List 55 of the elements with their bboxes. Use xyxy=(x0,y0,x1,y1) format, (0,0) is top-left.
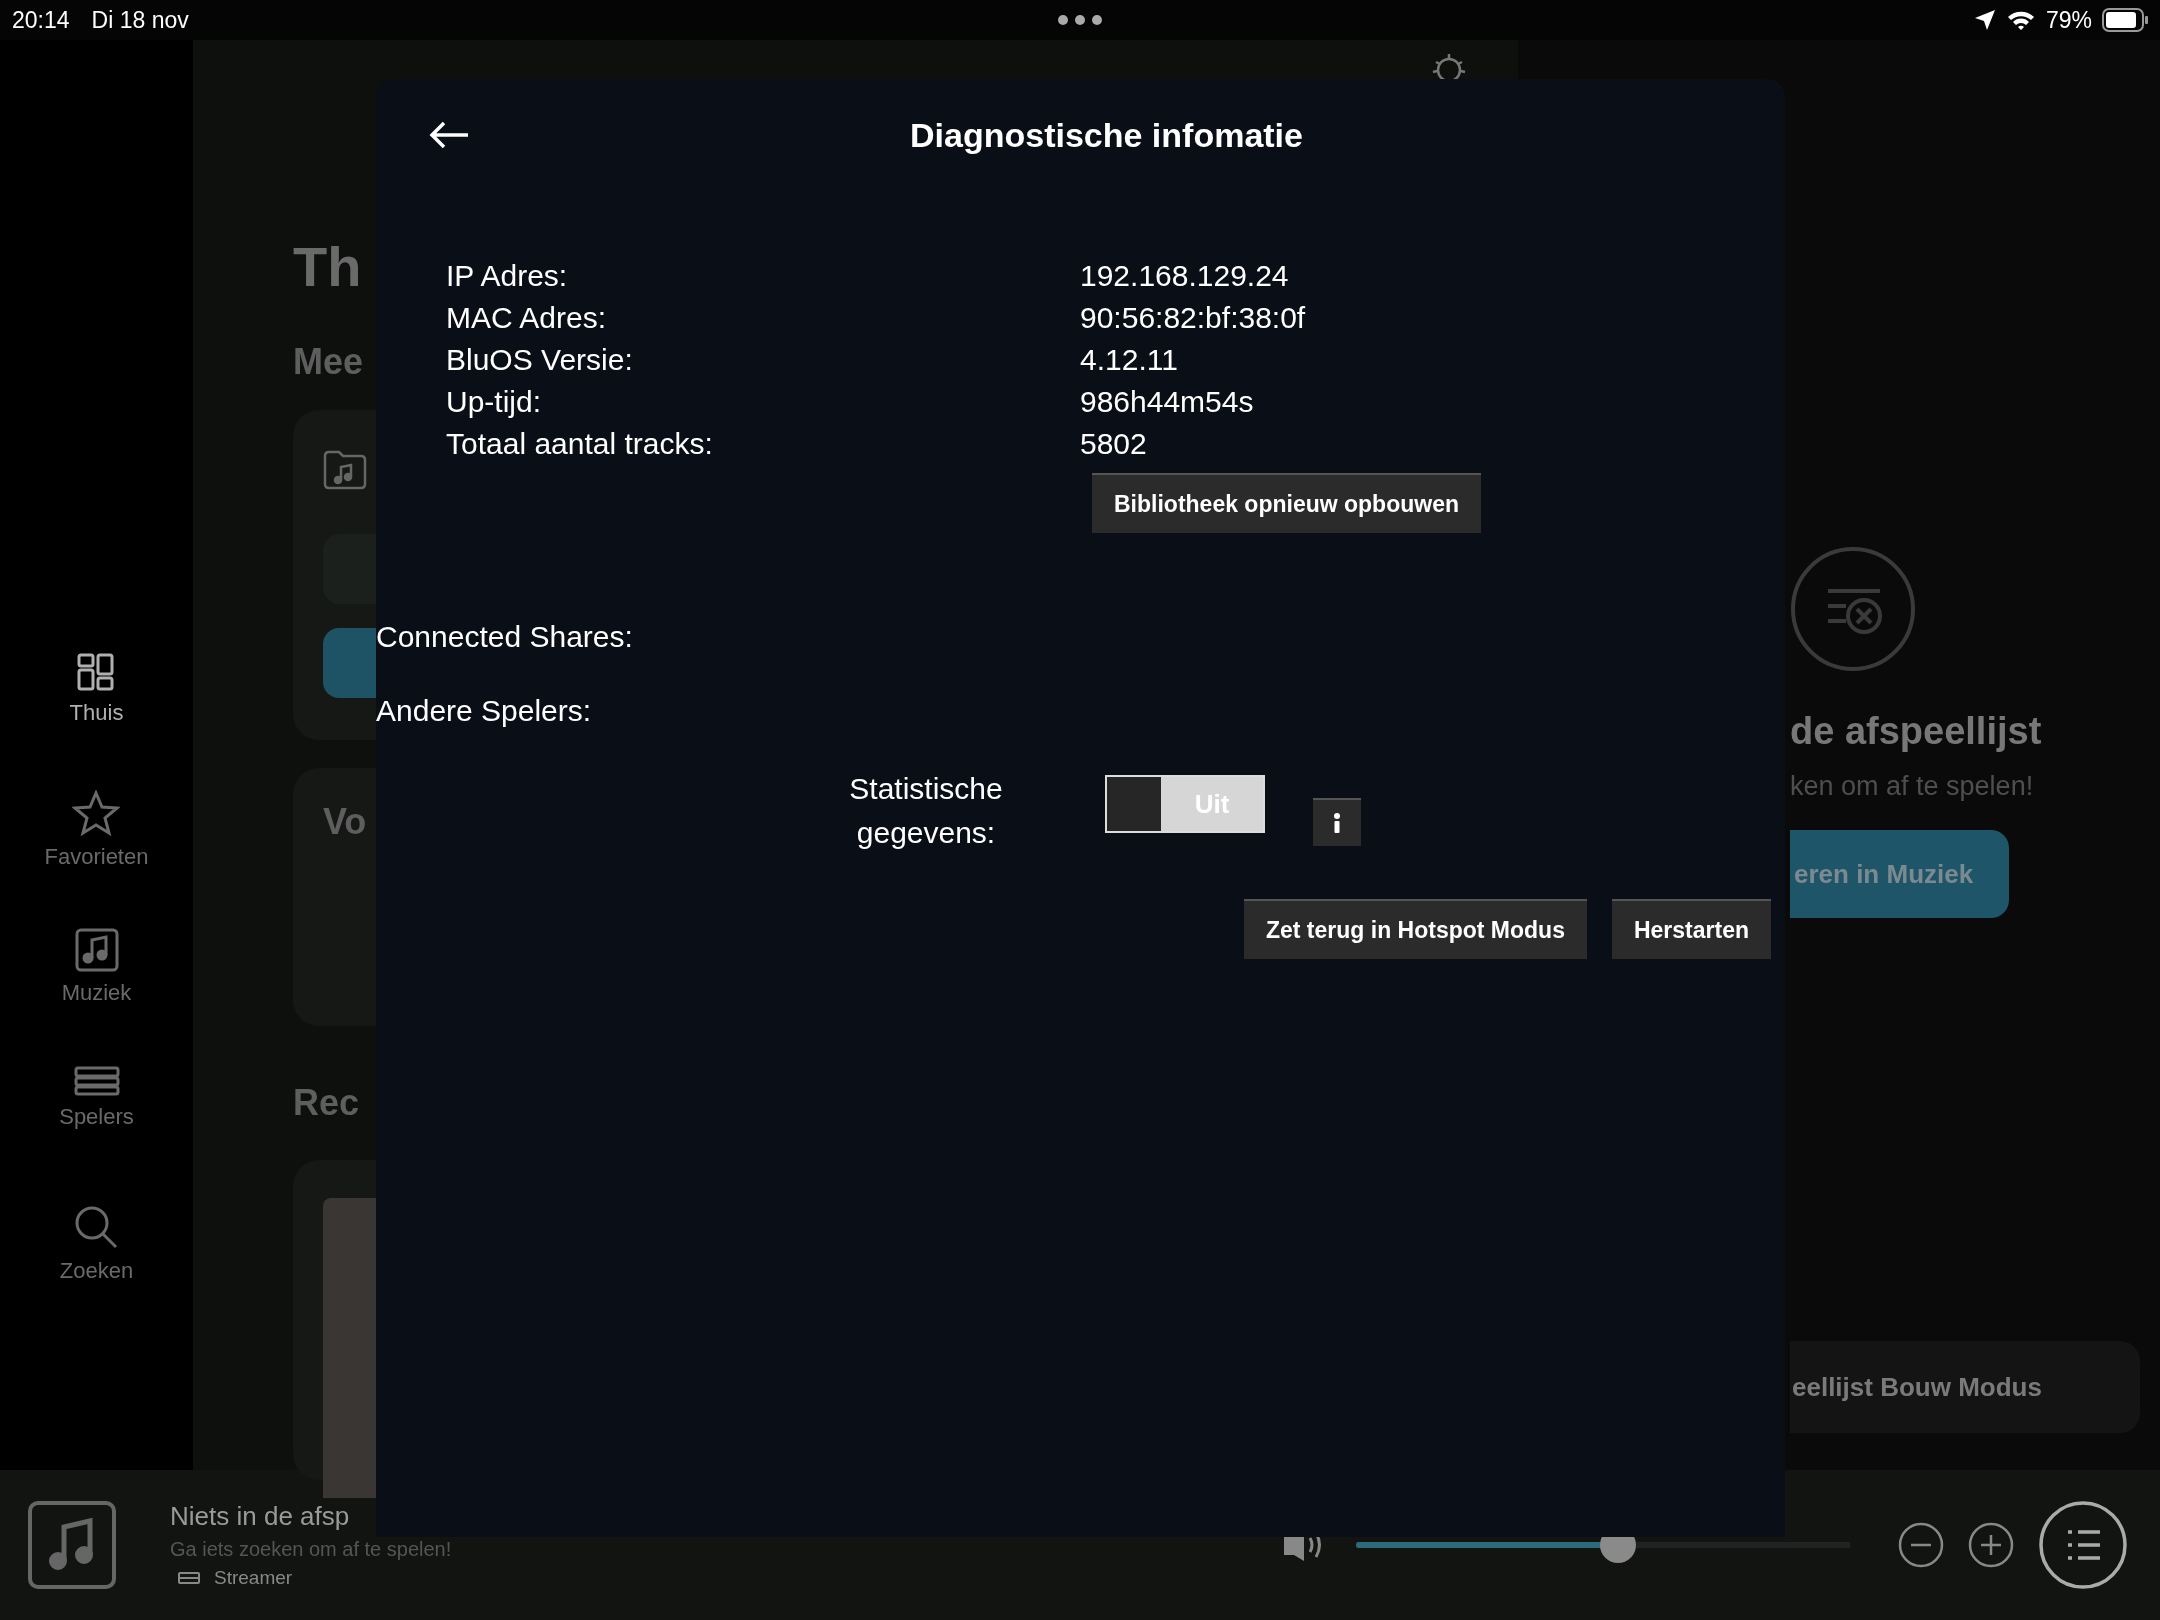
sidebar-item[interactable]: Zoeken xyxy=(59,1204,134,1342)
info-label: Up-tijd: xyxy=(446,384,543,420)
section-heading: Vo xyxy=(323,800,367,844)
action-button[interactable]: Herstarten xyxy=(1611,899,1771,959)
music-folder-icon xyxy=(323,450,367,490)
minus-icon[interactable] xyxy=(1898,1522,1944,1568)
cleared-list-icon xyxy=(1790,546,1916,672)
page-heading: Th xyxy=(293,234,362,300)
music-note-icon xyxy=(74,928,119,972)
sidebar-item[interactable]: Spelers xyxy=(59,1066,134,1204)
info-label: MAC Adres: xyxy=(446,300,608,336)
info-label: Totaal aantal tracks: xyxy=(446,426,714,462)
sidebar-item[interactable]: Muziek xyxy=(61,928,132,1066)
info-label: IP Adres: xyxy=(446,258,569,294)
status-date: Di 18 nov xyxy=(91,6,189,34)
queue-list-icon[interactable] xyxy=(2038,1500,2128,1590)
battery-icon xyxy=(2102,8,2148,32)
info-value: 986h44m54s xyxy=(1080,384,1255,420)
section-heading: Mee xyxy=(293,340,364,384)
info-icon xyxy=(1332,812,1342,834)
search-icon xyxy=(73,1204,120,1250)
info-value: 90:56:82:bf:38:0f xyxy=(1080,300,1307,336)
location-arrow-icon xyxy=(1973,9,1996,31)
rebuild-library-button[interactable]: Bibliotheek opnieuw opbouwen xyxy=(1092,473,1481,533)
section-label: Andere Spelers: xyxy=(376,693,593,729)
plus-icon[interactable] xyxy=(1968,1522,2014,1568)
battery-percentage: 79% xyxy=(2045,6,2092,34)
action-button[interactable]: Zet terug in Hotspot Modus xyxy=(1244,899,1587,959)
playlist-build-mode-button[interactable]: eellijst Bouw Modus xyxy=(1790,1341,2140,1433)
info-value: 192.168.129.24 xyxy=(1080,258,1290,294)
info-label: BluOS Versie: xyxy=(446,342,634,378)
now-playing-title: Niets in de afsp xyxy=(170,1501,351,1532)
info-value: 4.12.11 xyxy=(1080,342,1179,378)
browse-music-button[interactable]: eren in Muziek xyxy=(1790,830,2010,918)
sidebar-item[interactable]: Favorieten xyxy=(44,790,149,928)
now-playing-subtitle: Ga iets zoeken om af te spelen! xyxy=(170,1538,452,1561)
multitasking-dots-icon[interactable] xyxy=(1057,14,1103,26)
dialog-title: Diagnostische infomatie xyxy=(910,115,1303,155)
star-icon xyxy=(72,790,121,836)
settings-icon[interactable] xyxy=(1431,52,1467,82)
stacked-bars-icon xyxy=(73,1066,120,1096)
device-name: Streamer xyxy=(214,1567,293,1589)
streamer-device-icon xyxy=(178,1572,200,1584)
grid-icon xyxy=(76,652,117,692)
statistics-label: Statistische gegevens: xyxy=(848,771,1004,851)
section-heading: Rec xyxy=(293,1081,360,1125)
info-value: 5802 xyxy=(1080,426,1148,462)
music-note-icon xyxy=(28,1501,116,1589)
info-button[interactable] xyxy=(1313,798,1361,846)
back-arrow-icon[interactable] xyxy=(428,120,470,150)
status-time: 20:14 xyxy=(12,6,70,34)
empty-queue-subtitle: ken om af te spelen! xyxy=(1790,771,2034,802)
empty-queue-title: de afspeellijst xyxy=(1790,710,2042,753)
sidebar-item[interactable]: Thuis xyxy=(69,652,124,790)
section-label: Connected Shares: xyxy=(376,619,634,655)
